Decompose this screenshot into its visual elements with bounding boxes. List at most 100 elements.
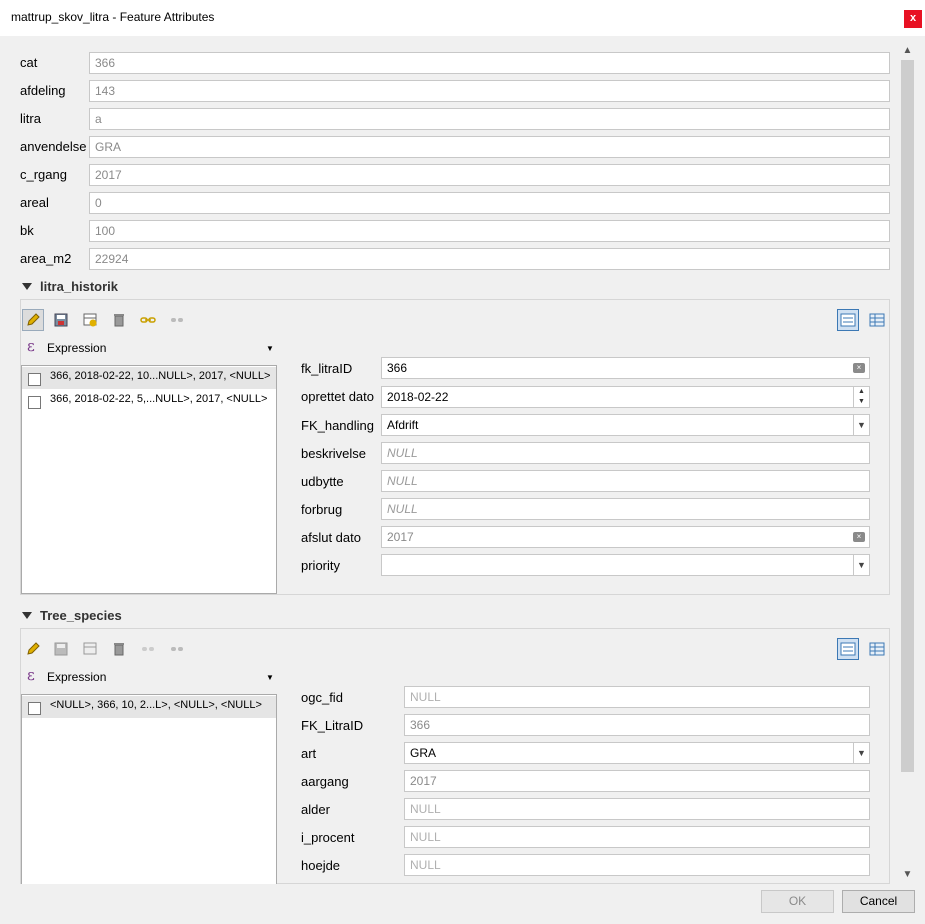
expression-selector[interactable]: ε Expression ▼ [22,666,276,690]
input-value: 2018-02-22 [387,390,449,404]
list-item[interactable]: <NULL>, 366, 10, 2...L>, <NULL>, <NULL> [22,696,276,718]
section-header-tree-species[interactable]: Tree_species [22,608,122,623]
link-icon [140,317,156,323]
save-icon [54,313,68,327]
section-title: litra_historik [40,279,119,294]
scroll-down-icon[interactable]: ▼ [899,866,916,883]
select-fk-handling[interactable]: Afdrift ▼ [381,414,870,436]
expression-selector[interactable]: ε Expression ▼ [22,337,276,361]
delete-child-feature-button[interactable] [108,638,130,660]
scrollbar-thumb[interactable] [901,60,914,772]
label-fk-litraid: fk_litraID [301,361,353,376]
input-aargang[interactable]: 2017 [404,770,870,792]
scroll-up-icon[interactable]: ▲ [899,42,916,59]
select-priority[interactable]: ▼ [381,554,870,576]
list-item[interactable]: 366, 2018-02-22, 10...NULL>, 2017, <NULL… [22,367,276,389]
spinner-icon[interactable]: ▲ ▼ [853,387,869,407]
form-view-button[interactable] [837,309,859,331]
table-view-button[interactable] [866,309,888,331]
form-view-button[interactable] [837,638,859,660]
chevron-down-icon: ▼ [266,344,274,353]
list-item-text: 366, 2018-02-22, 10...NULL>, 2017, <NULL… [50,370,271,382]
input-hoejde[interactable]: NULL [404,854,870,876]
label-priority: priority [301,558,341,573]
input-ogc-fid[interactable]: NULL [404,686,870,708]
add-table-icon [83,642,97,655]
input-alder[interactable]: NULL [404,798,870,820]
label-oprettet-dato: oprettet dato [301,389,374,404]
field-input-areal[interactable]: 0 [89,192,890,214]
input-afslut-dato[interactable]: 2017 × [381,526,870,548]
link-feature-button[interactable] [137,309,159,331]
input-i-procent[interactable]: NULL [404,826,870,848]
pencil-icon [27,642,40,655]
expression-label: Expression [47,341,107,355]
label-i-procent: i_procent [301,830,355,845]
list-item-text: <NULL>, 366, 10, 2...L>, <NULL>, <NULL> [50,699,262,711]
delete-child-feature-button[interactable] [108,309,130,331]
label-fk-handling: FK_handling [301,418,374,433]
row-checkbox[interactable] [28,702,41,715]
window-title: mattrup_skov_litra - Feature Attributes [11,10,215,24]
input-forbrug[interactable]: NULL [381,498,870,520]
field-label-c-rgang: c_rgang [20,167,67,182]
input-udbytte[interactable]: NULL [381,470,870,492]
field-label-cat: cat [20,55,38,70]
label-ogc-fid: ogc_fid [301,690,343,705]
cancel-button[interactable]: Cancel [842,890,915,913]
unlink-feature-button[interactable] [166,309,188,331]
label-udbytte: udbytte [301,474,344,489]
save-edits-button[interactable] [50,638,72,660]
form-view-icon [840,642,856,656]
field-input-bk[interactable]: 100 [89,220,890,242]
toggle-edit-button[interactable] [22,309,44,331]
clear-icon[interactable]: × [853,532,865,542]
input-beskrivelse[interactable]: NULL [381,442,870,464]
select-value: GRA [410,746,437,760]
ok-button[interactable]: OK [761,890,834,913]
row-checkbox[interactable] [28,373,41,386]
field-label-afdeling: afdeling [20,83,66,98]
input-value: 366 [387,361,408,375]
input-fk-litraid[interactable]: 366 × [381,357,870,379]
trash-icon [114,643,124,656]
input-fk-litraid[interactable]: 366 [404,714,870,736]
list-item-text: 366, 2018-02-22, 5,...NULL>, 2017, <NULL… [50,393,268,405]
field-label-area-m2: area_m2 [20,251,72,266]
section-header-litra-historik[interactable]: litra_historik [22,279,118,294]
chevron-down-icon: ▼ [266,673,274,682]
label-art: art [301,746,317,761]
unlink-feature-button[interactable] [166,638,188,660]
row-checkbox[interactable] [28,396,41,409]
collapse-triangle-icon [22,612,32,619]
label-alder: alder [301,802,330,817]
field-label-areal: areal [20,195,49,210]
label-hoejde: hoejde [301,858,341,873]
field-input-anvendelse[interactable]: GRA [89,136,890,158]
table-view-button[interactable] [866,638,888,660]
table-view-icon [869,642,885,656]
add-child-feature-button[interactable] [79,638,101,660]
tree-species-list: <NULL>, 366, 10, 2...L>, <NULL>, <NULL> [21,694,277,884]
label-aargang: aargang [301,774,349,789]
section-title: Tree_species [40,608,122,623]
add-child-feature-button[interactable] [79,309,101,331]
field-input-litra[interactable]: a [89,108,890,130]
close-button[interactable]: x [904,10,922,28]
link-feature-button[interactable] [137,638,159,660]
select-value: Afdrift [387,418,419,432]
form-view-icon [840,313,856,327]
input-oprettet-dato[interactable]: 2018-02-22 ▲ ▼ [381,386,870,408]
field-input-afdeling[interactable]: 143 [89,80,890,102]
field-input-c-rgang[interactable]: 2017 [89,164,890,186]
field-input-cat[interactable]: 366 [89,52,890,74]
save-edits-button[interactable] [50,309,72,331]
save-icon [54,642,68,656]
field-input-area-m2[interactable]: 22924 [89,248,890,270]
clear-icon[interactable]: × [853,363,865,373]
select-art[interactable]: GRA ▼ [404,742,870,764]
toggle-edit-button[interactable] [22,638,44,660]
list-item[interactable]: 366, 2018-02-22, 5,...NULL>, 2017, <NULL… [22,390,276,412]
chevron-down-icon: ▼ [853,555,869,575]
label-afslut-dato: afslut dato [301,530,361,545]
